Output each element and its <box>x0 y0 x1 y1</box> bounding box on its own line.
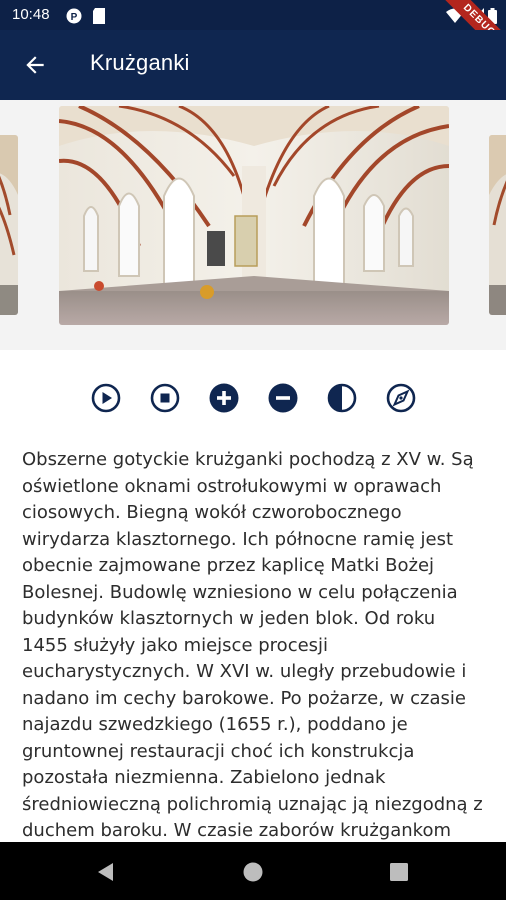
sd-card-icon <box>92 8 106 28</box>
compass-icon[interactable] <box>384 381 418 415</box>
recents-square-icon[interactable] <box>387 860 411 884</box>
play-circle-icon[interactable] <box>89 381 123 415</box>
stop-circle-icon[interactable] <box>148 381 182 415</box>
app-notification-icon: P <box>66 8 82 28</box>
media-controls <box>0 378 506 418</box>
back-triangle-icon[interactable] <box>94 860 118 884</box>
gallery-image-main[interactable] <box>59 106 449 325</box>
system-nav-bar <box>0 842 506 900</box>
zoom-in-icon[interactable] <box>207 381 241 415</box>
status-bar: 10:48 P DEBUG <box>0 0 506 67</box>
image-gallery[interactable] <box>0 100 506 350</box>
arrow-left-icon[interactable] <box>22 52 48 78</box>
description-text: Obszerne gotyckie krużganki pochodzą z X… <box>22 449 483 841</box>
gallery-image-right[interactable] <box>489 135 506 315</box>
zoom-out-icon[interactable] <box>266 381 300 415</box>
page-title: Krużganki <box>90 50 190 75</box>
app-bar: Krużganki <box>0 30 506 100</box>
gallery-image-left[interactable] <box>0 135 18 315</box>
svg-text:P: P <box>71 12 78 23</box>
home-circle-icon[interactable] <box>241 860 265 884</box>
status-time: 10:48 <box>12 6 50 23</box>
contrast-icon[interactable] <box>325 381 359 415</box>
